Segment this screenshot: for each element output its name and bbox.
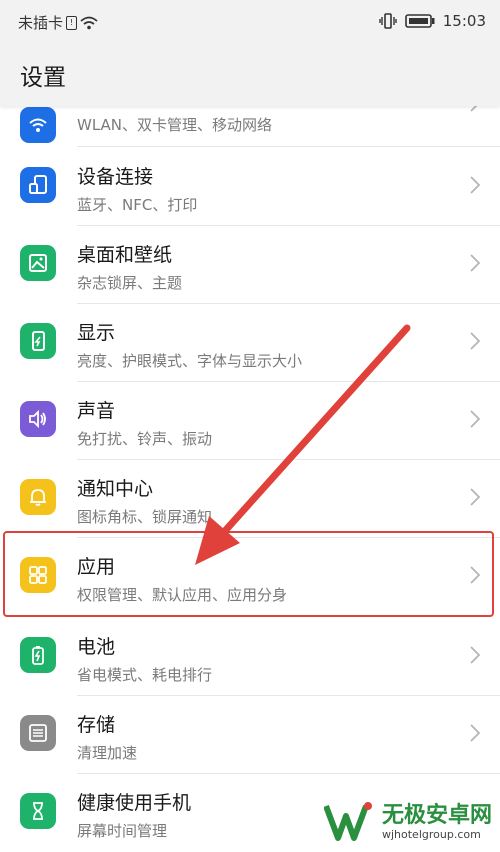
watermark-text: 无极安卓网 wjhotelgroup.com — [381, 802, 492, 841]
watermark-logo-icon — [323, 802, 372, 841]
watermark: 无极安卓网 wjhotelgroup.com — [323, 802, 492, 842]
annotation-arrow — [195, 324, 411, 565]
watermark-url: wjhotelgroup.com — [381, 827, 481, 841]
watermark-title: 无极安卓网 — [381, 802, 492, 828]
